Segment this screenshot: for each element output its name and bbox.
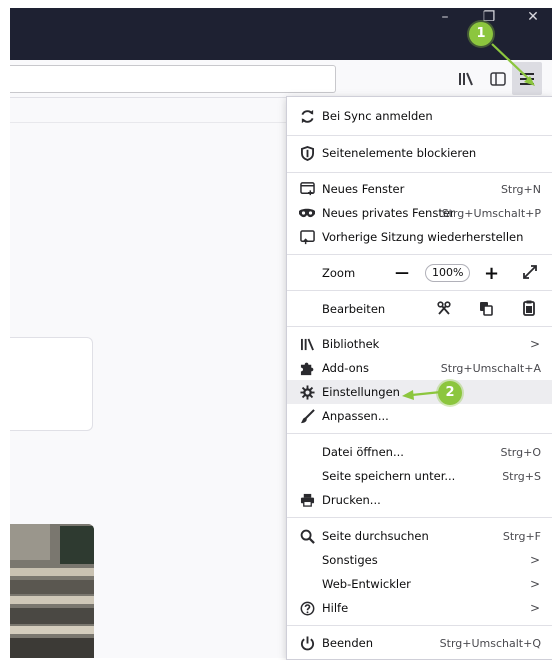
cut-icon[interactable] [437,301,451,318]
content-divider [10,122,286,123]
library-icon[interactable] [454,67,478,91]
paintbrush-icon [299,408,315,424]
menu-item-shortcut: Strg+Umschalt+P [441,206,541,220]
submenu-arrow-icon: > [529,553,540,567]
printer-icon [299,492,315,508]
menu-item-shortcut: Strg+N [500,182,541,196]
menu-item-label: Beenden [322,636,373,650]
menu-item-web-developer[interactable]: Web-Entwickler > [287,572,552,596]
menu-item-open-file[interactable]: Datei öffnen... Strg+O [287,440,552,464]
menu-item-label: Einstellungen [322,385,400,399]
step-marker-1: 1 [469,22,493,46]
menu-item-shortcut: Strg+Umschalt+Q [439,636,541,650]
search-icon [299,528,315,544]
menu-item-label: Neues privates Fenster [322,206,455,220]
menu-separator [287,290,552,291]
menu-item-more[interactable]: Sonstiges > [287,548,552,572]
submenu-arrow-icon: > [529,337,540,351]
sidebar-icon[interactable] [486,67,510,91]
menu-item-label: Neues Fenster [322,182,405,196]
shield-icon [299,145,315,161]
open-menu-button[interactable] [512,62,542,95]
menu-item-settings[interactable]: Einstellungen [287,380,552,404]
edit-label: Bearbeiten [322,302,386,316]
minimize-button[interactable]: – [428,8,462,28]
zoom-label: Zoom [322,266,356,280]
gear-icon [299,384,315,400]
step-marker-2: 2 [438,381,462,405]
menu-item-label: Vorherige Sitzung wiederherstellen [322,230,524,244]
menu-item-block-elements[interactable]: Seitenelemente blockieren [287,141,552,165]
zoom-out-button[interactable]: — [395,265,409,281]
menu-item-edit: Bearbeiten [287,296,552,322]
menu-item-label: Seite durchsuchen [322,529,429,543]
menu-item-library[interactable]: Bibliothek > [287,332,552,356]
puzzle-piece-icon [299,360,315,376]
navigation-toolbar [10,60,552,98]
power-icon [299,635,315,651]
paste-icon[interactable] [523,300,535,319]
menu-separator [287,172,552,173]
help-icon [299,600,315,616]
menu-item-customize[interactable]: Anpassen... [287,404,552,428]
submenu-arrow-icon: > [529,601,540,615]
menu-separator [287,254,552,255]
url-bar[interactable] [10,65,336,93]
menu-item-label: Web-Entwickler [322,577,411,591]
menu-item-sync[interactable]: Bei Sync anmelden [287,104,552,128]
menu-separator [287,625,552,626]
menu-item-label: Sonstiges [322,553,378,567]
library-icon [299,336,315,352]
app-menu-panel: Bei Sync anmelden Seitenelemente blockie… [286,96,552,660]
menu-item-help[interactable]: Hilfe > [287,596,552,620]
menu-item-label: Hilfe [322,601,349,615]
menu-item-shortcut: Strg+Umschalt+A [440,361,541,375]
menu-separator [287,433,552,434]
sync-icon [299,108,315,124]
zoom-in-button[interactable]: + [484,263,499,284]
menu-item-addons[interactable]: Add-ons Strg+Umschalt+A [287,356,552,380]
new-window-icon [299,181,315,197]
menu-item-find[interactable]: Seite durchsuchen Strg+F [287,524,552,548]
fullscreen-icon[interactable] [523,265,537,282]
menu-item-label: Seite speichern unter... [322,469,456,483]
menu-separator [287,135,552,136]
menu-separator [287,326,552,327]
submenu-arrow-icon: > [529,577,540,591]
menu-item-label: Seitenelemente blockieren [322,146,477,160]
menu-item-shortcut: Strg+S [502,469,541,483]
menu-item-label: Bibliothek [322,337,380,351]
restore-session-icon [299,229,315,245]
menu-item-private-window[interactable]: Neues privates Fenster Strg+Umschalt+P [287,201,552,225]
menu-separator [287,517,552,518]
menu-item-label: Add-ons [322,361,369,375]
content-thumbnail [10,524,94,658]
content-card [10,337,93,431]
menu-item-new-window[interactable]: Neues Fenster Strg+N [287,177,552,201]
menu-item-shortcut: Strg+O [500,445,541,459]
close-button[interactable]: ✕ [516,8,550,28]
menu-item-restore-session[interactable]: Vorherige Sitzung wiederherstellen [287,225,552,249]
zoom-reset-button[interactable]: 100% [425,264,471,282]
menu-item-shortcut: Strg+F [502,529,541,543]
hamburger-menu-icon [520,72,534,85]
private-mask-icon [299,205,315,221]
menu-item-label: Datei öffnen... [322,445,404,459]
menu-item-label: Anpassen... [322,409,389,423]
menu-item-print[interactable]: Drucken... [287,488,552,512]
copy-icon[interactable] [479,301,493,319]
menu-item-zoom: Zoom — 100% + [287,260,552,286]
menu-item-save-page[interactable]: Seite speichern unter... Strg+S [287,464,552,488]
menu-item-label: Bei Sync anmelden [322,109,433,123]
menu-item-label: Drucken... [322,493,381,507]
menu-item-quit[interactable]: Beenden Strg+Umschalt+Q [287,631,552,655]
